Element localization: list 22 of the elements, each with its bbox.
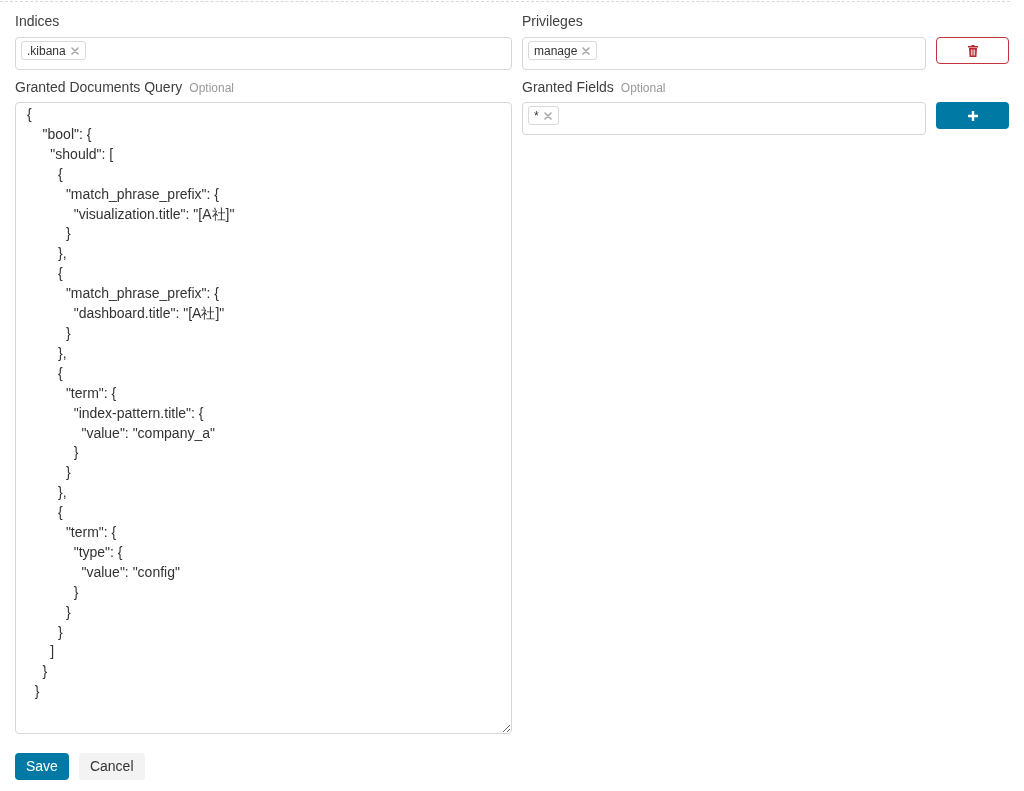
add-button[interactable] xyxy=(936,102,1009,129)
tag-label: manage xyxy=(534,42,578,59)
tag-label: .kibana xyxy=(27,42,66,59)
plus-icon xyxy=(967,110,978,121)
cancel-button[interactable]: Cancel xyxy=(78,753,145,780)
trash-icon xyxy=(967,44,978,57)
remove-icon[interactable] xyxy=(70,46,79,55)
save-button[interactable]: Save xyxy=(15,753,69,780)
field-label: Indices xyxy=(15,12,60,31)
remove-icon[interactable] xyxy=(582,46,591,55)
remove-icon[interactable] xyxy=(543,111,552,120)
field-label: Privileges xyxy=(522,12,583,31)
tag-label: * xyxy=(534,107,539,124)
query-textarea[interactable]: { "bool": { "should": [ { "match_phrase_prefix": { "visualization.title": "[A社]" } }, { "match_phrase_prefix": { "dashboard.title": "[A社]" } }, { "term": { "index-pattern.title": { "value": "company_a" } } }, { "term": { "type": { "value": "config" } } } ] } } xyxy=(15,102,512,734)
optional-label: Optional xyxy=(620,80,666,97)
delete-button[interactable] xyxy=(936,37,1009,64)
optional-label: Optional xyxy=(189,80,234,97)
privileges-input[interactable]: manage xyxy=(522,37,926,70)
indices-input[interactable]: .kibana xyxy=(15,37,512,70)
granted-fields-input[interactable]: * xyxy=(522,102,926,135)
field-label: Granted Fields xyxy=(522,78,614,97)
field-label: Granted Documents Query xyxy=(15,78,183,97)
